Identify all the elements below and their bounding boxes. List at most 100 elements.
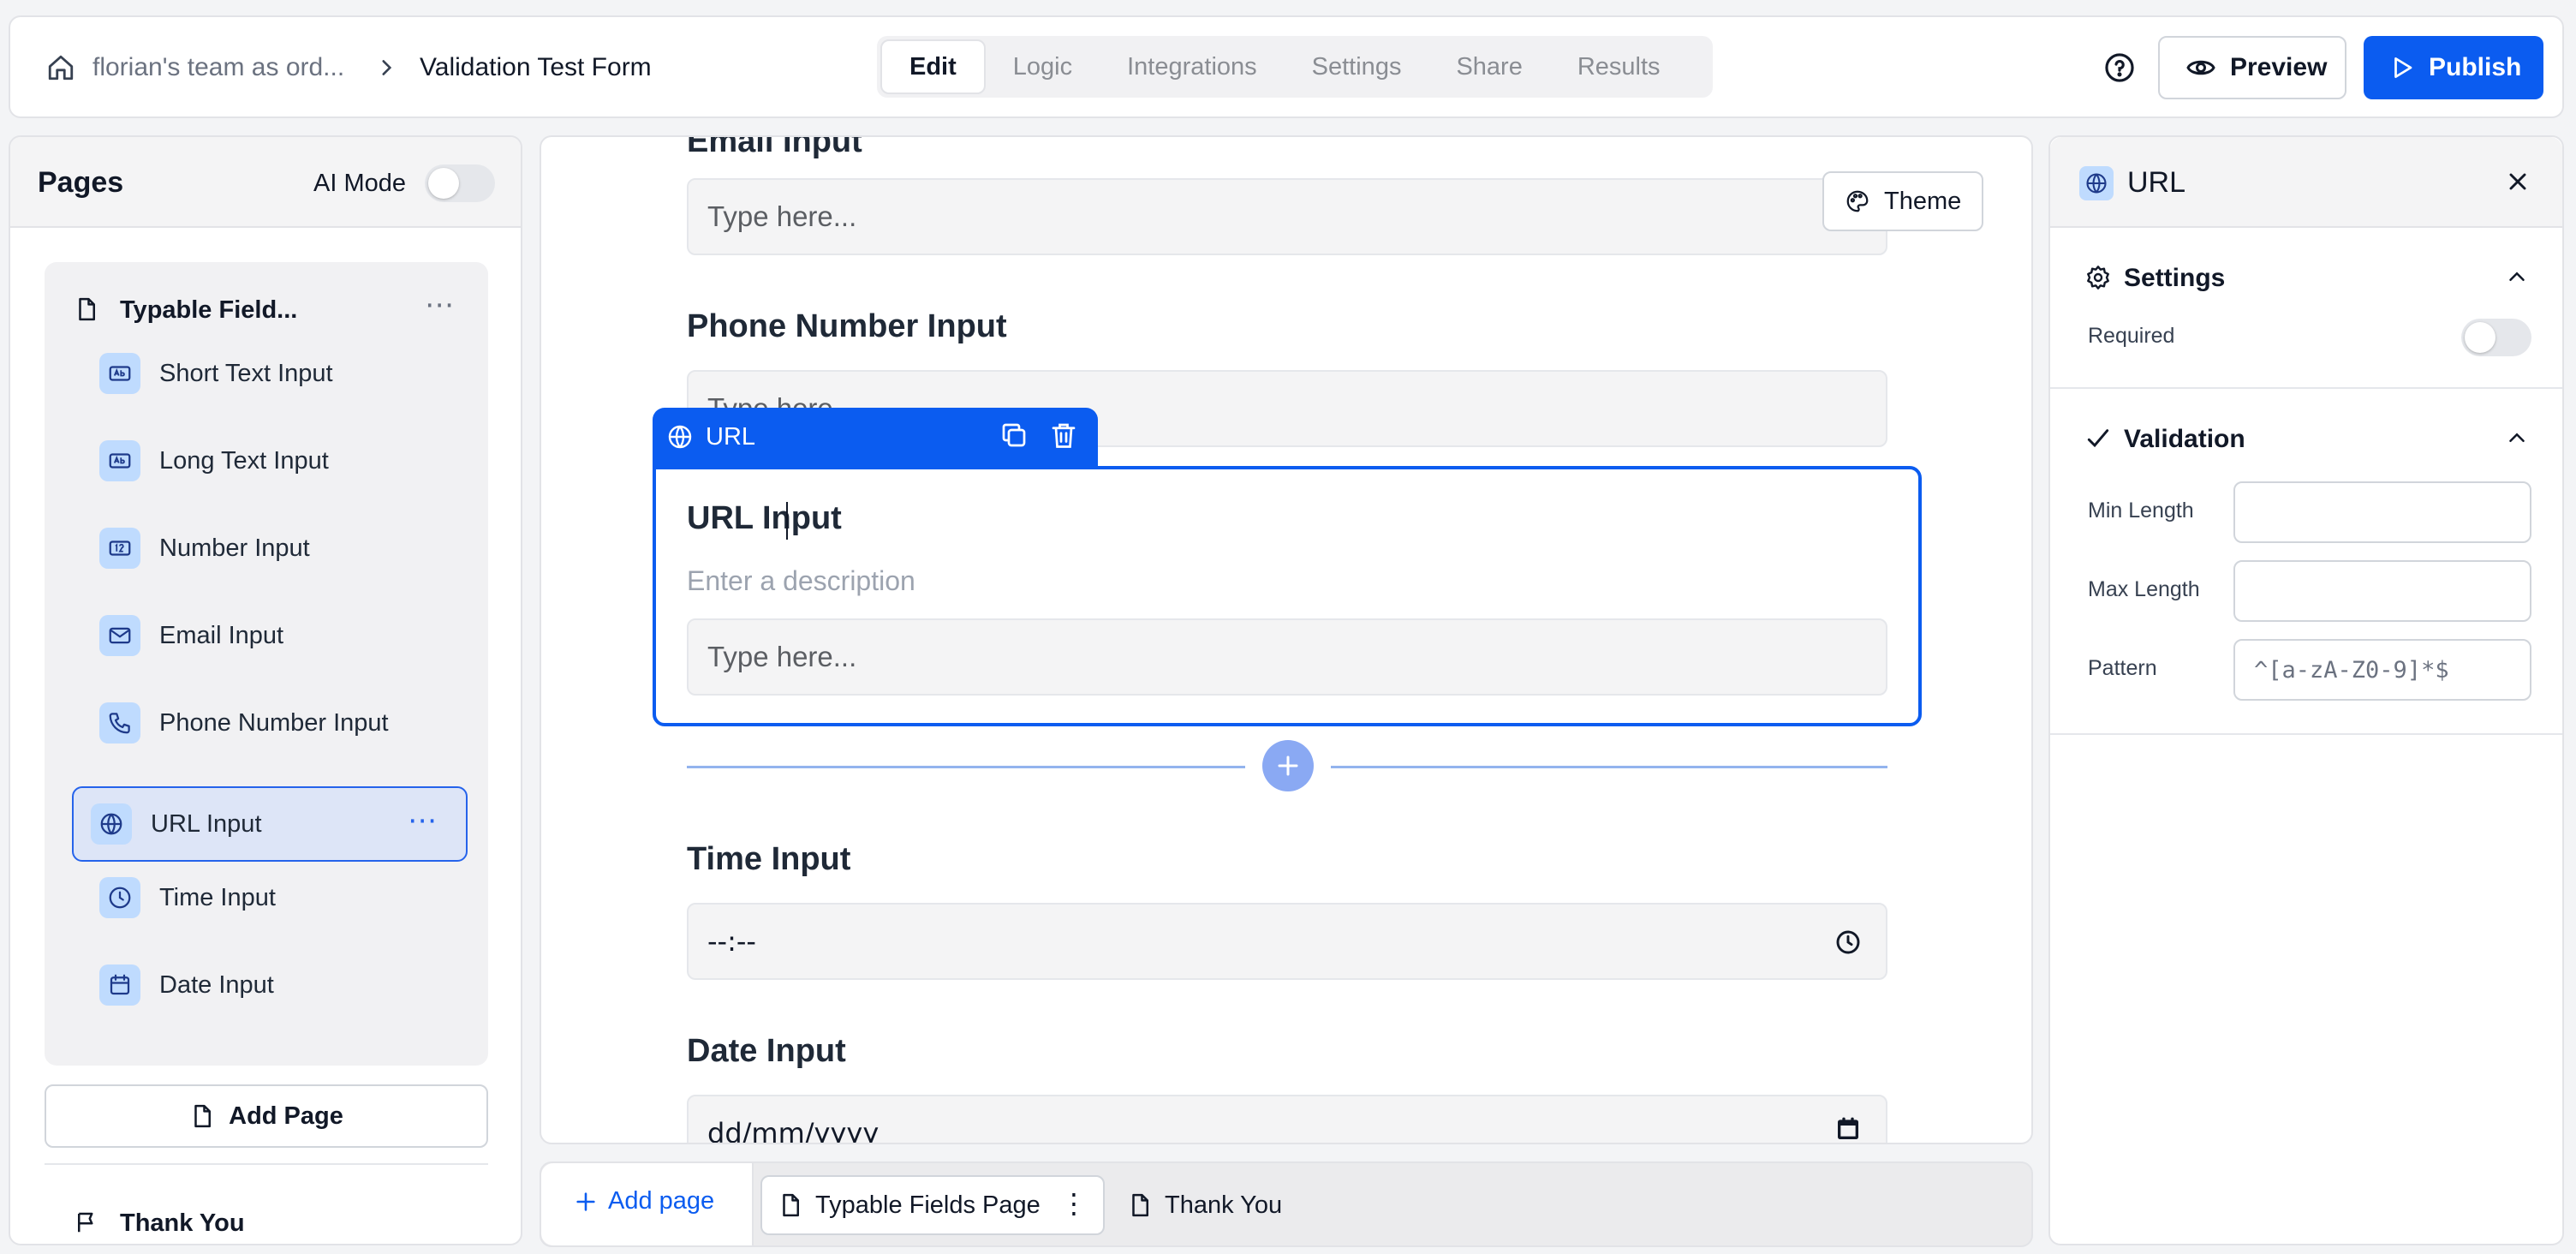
home-icon[interactable]	[46, 53, 75, 82]
ai-mode-toggle[interactable]	[425, 164, 495, 202]
page-more-icon[interactable]: ⋯	[425, 288, 455, 322]
phone-icon	[99, 702, 140, 743]
add-page-button[interactable]: Add Page	[45, 1084, 488, 1148]
email-input[interactable]: Type here...	[687, 178, 1887, 255]
time-input[interactable]: --:--	[687, 903, 1887, 980]
date-input[interactable]: dd/mm/yyyy	[687, 1095, 1887, 1144]
globe-icon	[91, 803, 132, 845]
globe-icon	[2079, 166, 2114, 200]
text-cursor	[786, 502, 788, 540]
sidebar-item-label: Time Input	[159, 883, 276, 911]
text-icon	[99, 440, 140, 481]
preview-label: Preview	[2230, 53, 2328, 81]
divider	[45, 1163, 488, 1165]
divider	[2050, 733, 2562, 735]
file-icon	[778, 1192, 803, 1218]
max-length-label: Max Length	[2088, 577, 2200, 601]
tab-edit[interactable]: Edit	[880, 39, 986, 94]
sidebar-item-time[interactable]: Time Input	[53, 860, 468, 935]
sidebar-item-label: Phone Number Input	[159, 708, 389, 737]
url-field-label[interactable]: URL Input	[687, 500, 842, 537]
help-icon[interactable]	[2103, 51, 2136, 84]
page-tab-typable-fields[interactable]: Typable Fields Page ⋮	[760, 1175, 1105, 1235]
add-page-label: Add Page	[229, 1102, 343, 1130]
properties-title: URL	[2127, 166, 2186, 199]
close-icon[interactable]	[2504, 168, 2531, 195]
sidebar-item-number[interactable]: Number Input	[53, 511, 468, 586]
play-icon	[2389, 55, 2415, 81]
text-icon	[99, 353, 140, 394]
check-icon	[2084, 425, 2112, 452]
page-tab-label: Typable Fields Page	[815, 1191, 1041, 1219]
tab-settings[interactable]: Settings	[1285, 39, 1429, 94]
clock-icon	[99, 877, 140, 918]
eye-icon	[2185, 52, 2216, 83]
required-toggle[interactable]	[2461, 319, 2531, 356]
page-title[interactable]: Typable Field...	[120, 296, 297, 325]
plus-icon	[574, 1190, 598, 1214]
sidebar-item-long-text[interactable]: Long Text Input	[53, 423, 468, 499]
validation-section-title[interactable]: Validation	[2124, 425, 2245, 454]
ai-mode-label: AI Mode	[313, 170, 406, 197]
chevron-up-icon[interactable]	[2504, 264, 2530, 290]
url-description[interactable]: Enter a description	[687, 565, 915, 597]
sidebar-item-label: Number Input	[159, 534, 310, 562]
preview-button[interactable]: Preview	[2158, 36, 2346, 99]
sidebar-item-date[interactable]: Date Input	[53, 947, 468, 1023]
chevron-right-icon	[375, 57, 397, 79]
sidebar-item-label: Long Text Input	[159, 446, 329, 475]
phone-field-label[interactable]: Phone Number Input	[687, 308, 1007, 345]
flag-icon	[74, 1209, 99, 1235]
sidebar-item-email[interactable]: Email Input	[53, 598, 468, 673]
form-title[interactable]: Validation Test Form	[420, 53, 652, 82]
calendar-icon[interactable]	[1834, 1115, 1862, 1143]
sidebar-item-phone[interactable]: Phone Number Input	[53, 685, 468, 761]
page-tabs-bar: Add page Typable Fields Page ⋮ Thank You	[540, 1161, 2033, 1247]
number-icon	[99, 528, 140, 569]
publish-label: Publish	[2429, 53, 2522, 81]
clock-icon[interactable]	[1834, 929, 1862, 956]
date-field-label[interactable]: Date Input	[687, 1033, 846, 1070]
add-block-button[interactable]	[1262, 740, 1314, 791]
mail-icon	[99, 615, 140, 656]
add-page-tab-button[interactable]: Add page	[574, 1187, 714, 1215]
sidebar-item-label: Date Input	[159, 970, 274, 999]
tab-logic[interactable]: Logic	[986, 39, 1100, 94]
pattern-input[interactable]: ^[a-zA-Z0-9]*$	[2233, 639, 2531, 701]
email-field-label[interactable]: Email Input	[687, 137, 862, 160]
trash-icon[interactable]	[1048, 420, 1079, 451]
palette-icon	[1845, 188, 1870, 214]
page-tab-thank-you[interactable]: Thank You	[1127, 1175, 1282, 1235]
sidebar-item-short-text[interactable]: Short Text Input	[53, 336, 468, 411]
url-block-tag: URL	[706, 423, 756, 451]
breadcrumb-workspace[interactable]: florian's team as ord...	[92, 53, 344, 82]
globe-icon	[666, 423, 694, 451]
duplicate-icon[interactable]	[999, 420, 1029, 451]
url-input[interactable]: Type here...	[687, 618, 1887, 696]
sidebar-item-label: Short Text Input	[159, 359, 333, 387]
properties-panel: URL Settings Required Validation Min Len…	[2048, 135, 2564, 1245]
item-more-icon[interactable]: ⋯	[408, 803, 437, 838]
thank-you-page[interactable]: Thank You	[120, 1209, 245, 1238]
file-icon	[189, 1103, 215, 1129]
time-value: --:--	[707, 925, 756, 958]
tab-share[interactable]: Share	[1428, 39, 1549, 94]
min-length-input[interactable]	[2233, 481, 2531, 543]
calendar-icon	[99, 964, 140, 1006]
tab-results[interactable]: Results	[1550, 39, 1688, 94]
chevron-up-icon[interactable]	[2504, 425, 2530, 451]
publish-button[interactable]: Publish	[2364, 36, 2543, 99]
pages-title: Pages	[38, 166, 124, 199]
tab-integrations[interactable]: Integrations	[1100, 39, 1285, 94]
vertical-more-icon[interactable]: ⋮	[1060, 1187, 1088, 1220]
date-value: dd/mm/yyyy	[707, 1117, 880, 1144]
theme-button[interactable]: Theme	[1822, 171, 1983, 231]
settings-section-title[interactable]: Settings	[2124, 264, 2225, 293]
sidebar-item-label: URL Input	[151, 809, 262, 838]
max-length-input[interactable]	[2233, 560, 2531, 622]
time-field-label[interactable]: Time Input	[687, 841, 850, 878]
sidebar-item-url[interactable]: URL Input ⋯	[72, 786, 468, 862]
file-icon	[1127, 1192, 1153, 1218]
required-label: Required	[2088, 324, 2175, 348]
plus-icon	[1275, 753, 1301, 779]
